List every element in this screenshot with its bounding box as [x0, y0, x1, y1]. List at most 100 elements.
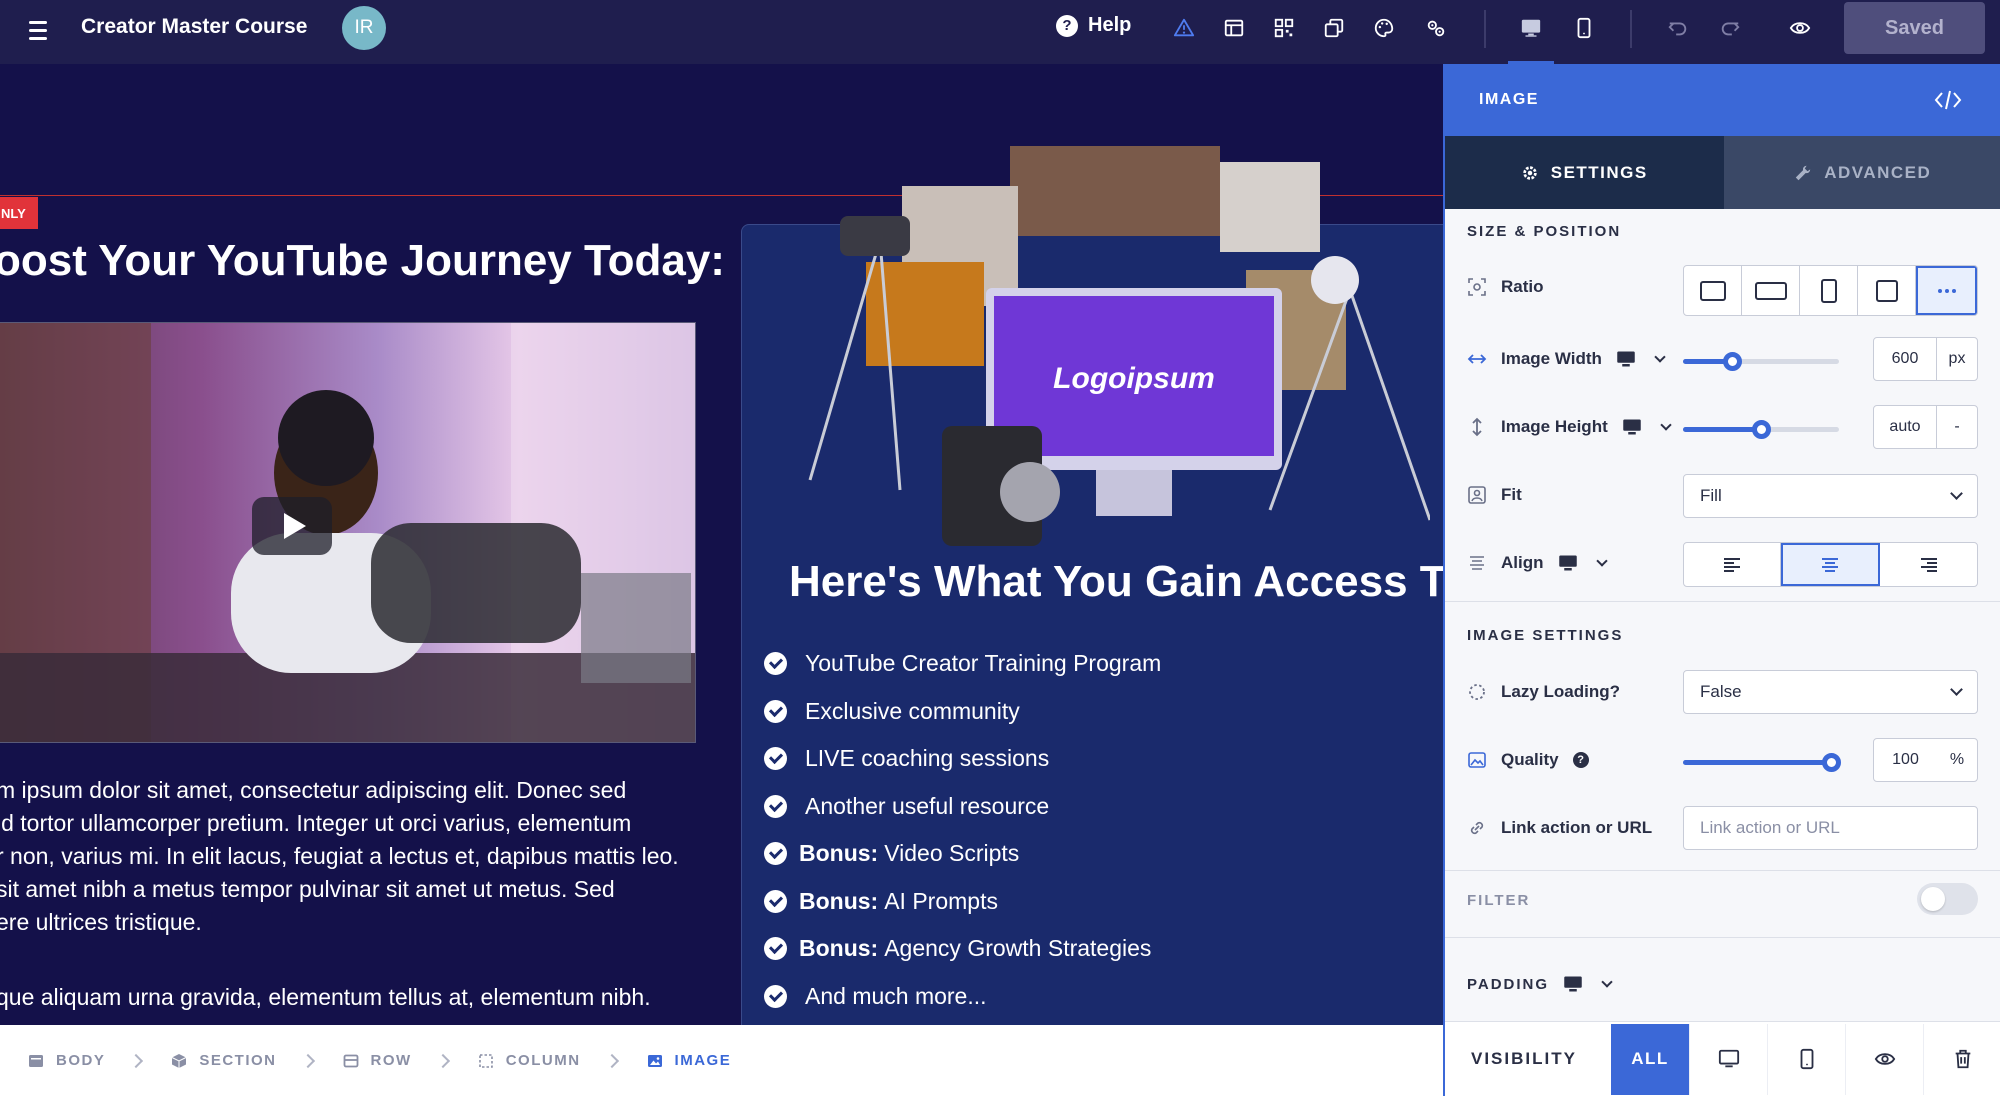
- hero-studio-image[interactable]: Logoipsum: [790, 140, 1430, 560]
- avatar[interactable]: IR: [342, 6, 386, 50]
- gear-icon: [1522, 165, 1537, 180]
- quality-label: Quality ?: [1467, 750, 1589, 770]
- link-url-input[interactable]: [1683, 806, 1978, 850]
- mobile-icon[interactable]: [1568, 12, 1600, 44]
- redo-icon[interactable]: [1714, 12, 1746, 44]
- slider-handle[interactable]: [1751, 420, 1771, 439]
- align-selector[interactable]: [1683, 542, 1978, 587]
- toolbar-divider: [1630, 10, 1632, 48]
- visibility-desktop-button[interactable]: [1689, 1023, 1767, 1095]
- list-item: YouTube Creator Training Program: [764, 640, 1161, 688]
- ratio-portrait-icon: [1820, 278, 1837, 303]
- slider-handle[interactable]: [1822, 753, 1841, 772]
- visibility-all-button[interactable]: ALL: [1611, 1023, 1689, 1095]
- help-button[interactable]: ? Help: [1056, 14, 1131, 37]
- panel-header: IMAGE: [1445, 64, 2000, 136]
- desktop-icon[interactable]: [1563, 974, 1583, 994]
- chevron-down-icon[interactable]: [1595, 555, 1608, 567]
- body-line: ere ultrices tristique.: [0, 909, 202, 935]
- tab-advanced[interactable]: ADVANCED: [1723, 136, 2000, 209]
- warning-icon[interactable]: [1168, 12, 1200, 44]
- layout-icon[interactable]: [1218, 12, 1250, 44]
- body-paragraph-2[interactable]: que aliquam urna gravida, elementum tell…: [0, 984, 651, 1011]
- ratio-small-square-button[interactable]: [1858, 266, 1916, 315]
- trash-icon: [1955, 1049, 1970, 1069]
- code-icon[interactable]: [1934, 88, 1962, 112]
- slider-handle[interactable]: [1723, 352, 1743, 371]
- filter-title: FILTER: [1467, 892, 1531, 909]
- visibility-preview-button[interactable]: [1845, 1023, 1923, 1095]
- image-height-slider[interactable]: [1683, 420, 1839, 439]
- benefits-list[interactable]: YouTube Creator Training Program Exclusi…: [764, 640, 1161, 1020]
- image-width-slider[interactable]: [1683, 352, 1839, 371]
- desktop-icon[interactable]: [1558, 553, 1578, 573]
- image-settings-title: IMAGE SETTINGS: [1467, 627, 1624, 644]
- desktop-icon[interactable]: [1622, 417, 1642, 437]
- desktop-icon[interactable]: [1515, 12, 1547, 44]
- fit-select[interactable]: Fill: [1683, 474, 1978, 518]
- lazy-loading-select[interactable]: False: [1683, 670, 1978, 714]
- ratio-custom-button[interactable]: [1916, 266, 1977, 315]
- chevron-down-icon[interactable]: [1654, 351, 1666, 363]
- tab-settings[interactable]: SETTINGS: [1445, 136, 1724, 209]
- preview-eye-icon[interactable]: [1784, 12, 1816, 44]
- divider: [1445, 870, 2000, 871]
- body-line: id tortor ullamcorper pretium. Integer u…: [0, 810, 632, 836]
- visibility-mobile-button[interactable]: [1767, 1023, 1845, 1095]
- quality-slider[interactable]: [1683, 753, 1841, 772]
- desktop-icon[interactable]: [1616, 349, 1636, 369]
- list-item: Bonus: Agency Growth Strategies: [764, 925, 1161, 973]
- breadcrumb-image[interactable]: IMAGE: [647, 1052, 732, 1069]
- image-width-input[interactable]: 600 px: [1873, 337, 1978, 381]
- delete-button[interactable]: [1923, 1023, 2000, 1095]
- saved-button[interactable]: Saved: [1844, 2, 1985, 54]
- align-center-button[interactable]: [1781, 543, 1880, 586]
- ratio-label: Ratio: [1467, 277, 1544, 297]
- check-circle-icon: [764, 984, 787, 1008]
- body-paragraph[interactable]: m ipsum dolor sit amet, consectetur adip…: [0, 774, 696, 939]
- breadcrumb-section[interactable]: SECTION: [171, 1052, 276, 1069]
- palette-icon[interactable]: [1368, 12, 1400, 44]
- left-heading[interactable]: oost Your YouTube Journey Today:: [0, 236, 725, 286]
- settings-gears-icon[interactable]: [1420, 12, 1452, 44]
- help-icon[interactable]: ?: [1572, 752, 1589, 768]
- play-icon[interactable]: [252, 497, 332, 555]
- chevron-down-icon[interactable]: [1601, 976, 1613, 988]
- link-label: Link action or URL: [1467, 818, 1652, 838]
- chevron-down-icon[interactable]: [1660, 419, 1672, 431]
- horizontal-resize-icon: [1467, 354, 1487, 364]
- visibility-label: VISIBILITY: [1471, 1049, 1577, 1068]
- filter-toggle[interactable]: [1917, 883, 1978, 915]
- breadcrumb-row[interactable]: ROW: [343, 1052, 412, 1069]
- undo-icon[interactable]: [1662, 12, 1694, 44]
- breadcrumb: BODY SECTION ROW COLUMN IMAGE: [0, 1025, 1443, 1096]
- app-title: Creator Master Course: [81, 15, 308, 38]
- align-right-button[interactable]: [1880, 543, 1977, 586]
- layers-icon[interactable]: [1318, 12, 1350, 44]
- editor-canvas[interactable]: NLY oost Your YouTube Journey Today: m i…: [0, 64, 1443, 1025]
- mobile-icon: [1800, 1048, 1813, 1070]
- chevron-right-icon: [604, 1053, 619, 1068]
- breadcrumb-body[interactable]: BODY: [28, 1052, 105, 1069]
- padding-section-header[interactable]: PADDING: [1467, 974, 1613, 994]
- check-circle-icon: [764, 842, 787, 866]
- video-thumbnail[interactable]: [0, 322, 696, 743]
- gain-heading[interactable]: Here's What You Gain Access To:: [789, 557, 1443, 607]
- divider: [1445, 937, 2000, 938]
- breadcrumb-column[interactable]: COLUMN: [478, 1052, 581, 1069]
- ratio-wide-button[interactable]: [1742, 266, 1800, 315]
- image-height-input[interactable]: auto -: [1873, 405, 1978, 449]
- qr-icon[interactable]: [1268, 12, 1300, 44]
- quality-input[interactable]: 100 %: [1873, 738, 1978, 782]
- check-circle-icon: [764, 699, 787, 723]
- check-circle-icon: [764, 747, 787, 771]
- divider: [1445, 601, 2000, 602]
- ratio-selector[interactable]: [1683, 265, 1978, 316]
- ratio-portrait-button[interactable]: [1800, 266, 1858, 315]
- ratio-square-button[interactable]: [1684, 266, 1742, 315]
- menu-icon[interactable]: [22, 14, 54, 46]
- align-left-button[interactable]: [1684, 543, 1781, 586]
- panel-body[interactable]: SIZE & POSITION Ratio Image Width 600 px: [1445, 209, 2000, 1021]
- video-scene-image: [0, 323, 695, 742]
- body-icon: [29, 1054, 43, 1067]
